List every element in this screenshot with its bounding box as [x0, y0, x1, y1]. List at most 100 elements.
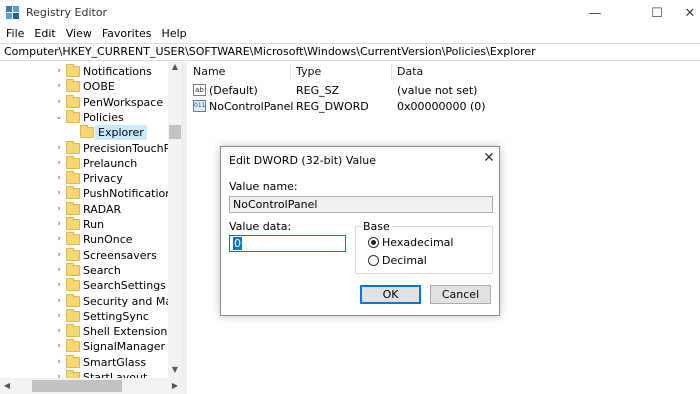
- tree-item-label: Run: [83, 218, 105, 231]
- chevron-right-icon[interactable]: ›: [54, 248, 64, 263]
- chevron-right-icon[interactable]: ›: [54, 324, 64, 339]
- chevron-right-icon[interactable]: ›: [54, 156, 64, 171]
- tree-item-label: Prelaunch: [83, 156, 138, 170]
- value-row[interactable]: 011 NoControlPanel REG_DWORD 0x00000000 …: [187, 99, 700, 114]
- menu-bar: File Edit View Favorites Help: [0, 26, 700, 42]
- tree-hscroll-thumb[interactable]: [32, 380, 122, 392]
- tree-item-label: Explorer: [95, 125, 147, 141]
- tree-item-label: Shell Extensions: [83, 325, 174, 339]
- tree-item-label: Privacy: [83, 172, 123, 186]
- title-bar: Registry Editor — ☐ ✕: [0, 0, 700, 26]
- menu-file[interactable]: File: [0, 26, 29, 42]
- chevron-down-icon[interactable]: ⌄: [54, 110, 64, 125]
- dialog-close-button[interactable]: ✕: [481, 150, 497, 166]
- column-type-header[interactable]: Type: [296, 65, 321, 78]
- tree-item[interactable]: › Screensavers: [0, 247, 168, 263]
- tree-item-label: RunOnce: [83, 233, 133, 247]
- value-row[interactable]: ab (Default) REG_SZ (value not set): [187, 83, 700, 98]
- tree-item[interactable]: › SearchSettings: [0, 278, 168, 293]
- decimal-label[interactable]: Decimal: [382, 254, 427, 267]
- tree-item[interactable]: ⌄ Policies: [0, 109, 168, 125]
- chevron-right-icon[interactable]: ›: [54, 309, 64, 324]
- menu-help[interactable]: Help: [157, 26, 192, 42]
- column-divider[interactable]: [391, 64, 392, 80]
- value-name-field: NoControlPanel: [229, 196, 493, 213]
- cancel-button[interactable]: Cancel: [430, 285, 491, 304]
- folder-icon: [66, 140, 80, 154]
- close-window-button[interactable]: ✕: [680, 0, 700, 26]
- dialog-title: Edit DWORD (32-bit) Value: [229, 154, 377, 167]
- column-name-header[interactable]: Name: [193, 65, 225, 78]
- folder-icon: [66, 324, 80, 338]
- hexadecimal-label[interactable]: Hexadecimal: [382, 236, 453, 249]
- chevron-right-icon[interactable]: ›: [54, 202, 64, 217]
- chevron-right-icon[interactable]: ›: [54, 186, 64, 201]
- scroll-right-icon[interactable]: ▶: [168, 378, 182, 394]
- value-type: REG_DWORD: [296, 100, 369, 113]
- chevron-right-icon[interactable]: ›: [54, 278, 64, 293]
- tree-item[interactable]: › Run: [0, 217, 168, 232]
- maximize-button[interactable]: ☐: [634, 0, 680, 26]
- tree-item-label: OOBE: [83, 80, 115, 94]
- tree-item-label: SmartGlass: [83, 355, 147, 369]
- folder-icon: [66, 201, 80, 215]
- column-data-header[interactable]: Data: [397, 65, 423, 78]
- chevron-right-icon[interactable]: ›: [54, 263, 64, 278]
- tree-item-label: SearchSettings: [83, 279, 166, 293]
- tree-item[interactable]: › Privacy: [0, 171, 168, 186]
- minimize-button[interactable]: —: [572, 0, 618, 26]
- chevron-right-icon[interactable]: ›: [54, 339, 64, 354]
- column-divider[interactable]: [290, 64, 291, 80]
- chevron-right-icon[interactable]: ›: [54, 355, 64, 370]
- tree-horizontal-scrollbar[interactable]: ◀ ▶: [0, 378, 183, 394]
- chevron-right-icon[interactable]: ›: [54, 294, 64, 309]
- tree-item[interactable]: Explorer: [0, 125, 168, 141]
- tree-item[interactable]: › OOBE: [0, 79, 168, 94]
- tree-item-label: SignalManager: [83, 340, 166, 354]
- chevron-right-icon[interactable]: ›: [54, 171, 64, 186]
- tree-item[interactable]: › RADAR: [0, 201, 168, 217]
- menu-edit[interactable]: Edit: [29, 26, 60, 42]
- scroll-up-icon[interactable]: ▲: [168, 62, 182, 71]
- tree-item-label: PushNotifications: [83, 187, 178, 201]
- edit-dword-dialog: Edit DWORD (32-bit) Value ✕ Value name: …: [220, 146, 500, 316]
- tree-item[interactable]: › Shell Extensions: [0, 324, 173, 339]
- tree-item[interactable]: › Security and Maint: [0, 293, 182, 309]
- menu-view[interactable]: View: [61, 26, 97, 42]
- tree-item[interactable]: › PushNotifications: [0, 186, 178, 201]
- menu-favorites[interactable]: Favorites: [97, 26, 157, 42]
- tree-item[interactable]: › SignalManager: [0, 339, 168, 354]
- chevron-right-icon[interactable]: ›: [54, 64, 64, 79]
- chevron-right-icon[interactable]: ›: [54, 79, 64, 94]
- tree-item-label: Policies: [83, 110, 124, 124]
- tree-scroll-thumb[interactable]: [169, 125, 181, 139]
- tree-item[interactable]: › Prelaunch: [0, 155, 168, 171]
- chevron-right-icon[interactable]: ›: [54, 95, 64, 110]
- value-name: NoControlPanel: [209, 100, 294, 113]
- tree-item[interactable]: › Search: [0, 262, 168, 278]
- folder-icon: [66, 247, 80, 261]
- scroll-down-icon[interactable]: ▼: [168, 365, 182, 374]
- folder-icon: [80, 125, 94, 139]
- chevron-right-icon[interactable]: ›: [54, 217, 64, 232]
- tree-item-label: Screensavers: [83, 248, 157, 262]
- scroll-left-icon[interactable]: ◀: [0, 378, 14, 394]
- decimal-radio[interactable]: [368, 255, 379, 266]
- value-name-label: Value name:: [229, 180, 298, 193]
- value-data-input[interactable]: 0: [229, 235, 346, 252]
- address-bar[interactable]: Computer\HKEY_CURRENT_USER\SOFTWARE\Micr…: [0, 43, 700, 61]
- chevron-right-icon[interactable]: ›: [54, 232, 64, 247]
- folder-icon: [66, 171, 80, 185]
- maximize-icon: ☐: [651, 5, 663, 21]
- chevron-right-icon[interactable]: ›: [54, 141, 64, 156]
- value-data: 0x00000000 (0): [397, 100, 486, 113]
- tree-item[interactable]: › Notifications: [0, 64, 168, 79]
- tree-item[interactable]: › SmartGlass: [0, 354, 168, 370]
- tree-item[interactable]: › RunOnce: [0, 232, 168, 247]
- ok-button[interactable]: OK: [360, 285, 421, 304]
- hexadecimal-radio[interactable]: [368, 237, 379, 248]
- tree-item[interactable]: › PenWorkspace: [0, 94, 168, 110]
- tree-item[interactable]: › SettingSync: [0, 308, 168, 324]
- tree-vertical-scrollbar[interactable]: ▲ ▼: [168, 62, 182, 378]
- tree-item[interactable]: › PrecisionTouchPad: [0, 140, 182, 156]
